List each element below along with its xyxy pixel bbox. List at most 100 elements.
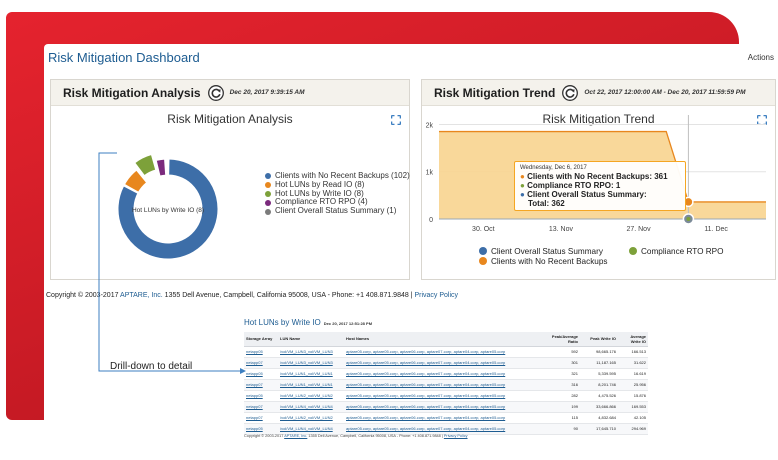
storage-array-link[interactable]: netapp05 bbox=[244, 423, 278, 435]
peak-write-io: 33,666.866 bbox=[580, 401, 618, 413]
host-names-link[interactable]: aptare05.corp, aptare05.corp, aptare06.c… bbox=[344, 379, 544, 391]
table-row[interactable]: netapp07/vol/VM_LUN4_vol/VM_LUN4 aptare05… bbox=[244, 401, 648, 413]
analysis-panel-title: Risk Mitigation Analysis bbox=[63, 85, 201, 100]
donut-center-label: Hot LUNs by Write IO (8) bbox=[132, 207, 204, 214]
legend-marker bbox=[479, 247, 487, 255]
table-header-row: Storage Array LUN Name Host Names Peak/A… bbox=[244, 332, 648, 347]
average-write-io: 166.513 bbox=[618, 346, 648, 358]
column-header[interactable]: Storage Array bbox=[244, 332, 278, 347]
table-row[interactable]: netapp05/vol/VM_LUN4_vol/VM_LUN4 aptare05… bbox=[244, 423, 648, 435]
peak-average-ratio: 321 bbox=[544, 368, 580, 380]
column-header[interactable]: LUN Name bbox=[278, 332, 344, 347]
storage-array-link[interactable]: netapp07 bbox=[244, 357, 278, 369]
host-names-link[interactable]: aptare05.corp, aptare05.corp, aptare06.c… bbox=[344, 368, 544, 380]
host-names-link[interactable]: aptare05.corp, aptare05.corp, aptare06.c… bbox=[344, 346, 544, 358]
column-header[interactable]: Peak Write IO bbox=[580, 332, 618, 347]
page-title: Risk Mitigation Dashboard bbox=[48, 50, 200, 65]
column-header[interactable]: Host Names bbox=[344, 332, 544, 347]
legend-marker bbox=[629, 247, 637, 255]
drilldown-table: Storage Array LUN Name Host Names Peak/A… bbox=[244, 332, 648, 435]
peak-write-io: 17,645.710 bbox=[580, 423, 618, 435]
drilldown-caption: Drill-down to detail bbox=[110, 361, 193, 372]
trend-tooltip: Wednesday, Dec 6, 2017 ● Clients with No… bbox=[514, 161, 686, 211]
drilldown-footer-privacy-link[interactable]: Privacy Policy bbox=[444, 434, 468, 438]
storage-array-link[interactable]: netapp05 bbox=[244, 368, 278, 380]
legend-label[interactable]: Clients with No Recent Backups bbox=[491, 257, 608, 266]
hover-point-compliance-inner bbox=[686, 216, 691, 221]
analysis-legend: Clients with No Recent Backups (102) Hot… bbox=[265, 171, 410, 216]
host-names-link[interactable]: aptare05.corp, aptare05.corp, aptare06.c… bbox=[344, 412, 544, 424]
peak-average-ratio: 90 bbox=[544, 423, 580, 435]
host-names-link[interactable]: aptare05.corp, aptare05.corp, aptare06.c… bbox=[344, 357, 544, 369]
drilldown-title-text: Hot LUNs by Write IO bbox=[244, 318, 321, 327]
lun-name-link[interactable]: /vol/VM_LUN4_vol/VM_LUN4 bbox=[278, 423, 344, 435]
host-names-link[interactable]: aptare05.corp, aptare05.corp, aptare06.c… bbox=[344, 423, 544, 435]
analysis-panel-header: Risk Mitigation Analysis Dec 20, 2017 9:… bbox=[51, 80, 409, 106]
peak-write-io: 4,475.526 bbox=[580, 390, 618, 402]
peak-write-io: 5,339.595 bbox=[580, 368, 618, 380]
average-write-io: 16.619 bbox=[618, 368, 648, 380]
lun-name-link[interactable]: /vol/VM_LUN3_vol/VM_LUN3 bbox=[278, 346, 344, 358]
analysis-panel-date: Dec 20, 2017 9:39:15 AM bbox=[229, 89, 305, 96]
legend-marker bbox=[479, 257, 487, 265]
average-write-io: 15.876 bbox=[618, 390, 648, 402]
table-row[interactable]: netapp07/vol/VM_LUN1_vol/VM_LUN1 aptare05… bbox=[244, 379, 648, 391]
page-footer: Copyright © 2003-2017 APTARE, Inc. 1355 … bbox=[46, 292, 458, 299]
column-header[interactable]: Average Write IO bbox=[618, 332, 648, 347]
pie-slice-client-overall-status-summary[interactable] bbox=[165, 158, 168, 176]
tooltip-row-backups: Clients with No Recent Backups: 361 bbox=[527, 172, 668, 181]
host-names-link[interactable]: aptare05.corp, aptare05.corp, aptare06.c… bbox=[344, 401, 544, 413]
storage-array-link[interactable]: netapp05 bbox=[244, 346, 278, 358]
analysis-panel: Risk Mitigation Analysis Dec 20, 2017 9:… bbox=[50, 79, 410, 280]
table-row[interactable]: netapp07/vol/VM_LUN2_vol/VM_LUN2 aptare05… bbox=[244, 412, 648, 424]
footer-address: 1355 Dell Avenue, Campbell, California 9… bbox=[164, 292, 413, 299]
y-tick-label: 0 bbox=[429, 217, 433, 224]
storage-array-link[interactable]: netapp07 bbox=[244, 412, 278, 424]
peak-average-ratio: 301 bbox=[544, 357, 580, 369]
table-row[interactable]: netapp05/vol/VM_LUN2_vol/VM_LUN2 aptare05… bbox=[244, 390, 648, 402]
lun-name-link[interactable]: /vol/VM_LUN1_vol/VM_LUN1 bbox=[278, 379, 344, 391]
legend-label[interactable]: Compliance RTO RPO bbox=[641, 247, 724, 256]
x-tick-label: 11. Dec bbox=[704, 226, 728, 233]
footer-company-link[interactable]: APTARE, Inc. bbox=[120, 292, 163, 299]
table-row[interactable]: netapp05/vol/VM_LUN1_vol/VM_LUN1 aptare05… bbox=[244, 368, 648, 380]
column-header[interactable]: Peak/Average Ratio bbox=[544, 332, 580, 347]
tooltip-row-total: Total: 362 bbox=[528, 199, 565, 208]
average-write-io: 42.105 bbox=[618, 412, 648, 424]
legend-item-overall-status[interactable]: Client Overall Status Summary (1) bbox=[265, 206, 410, 216]
pie-slice-compliance-rto-rpo[interactable] bbox=[155, 158, 167, 177]
x-tick-label: 30. Oct bbox=[472, 226, 495, 233]
legend-label: Client Overall Status Summary (1) bbox=[275, 206, 397, 216]
footer-prefix: Copyright © 2003-2017 bbox=[46, 292, 119, 299]
peak-average-ratio: 592 bbox=[544, 346, 580, 358]
trend-panel-title: Risk Mitigation Trend bbox=[434, 85, 556, 100]
table-row[interactable]: netapp07/vol/VM_LUN3_vol/VM_LUN3 aptare05… bbox=[244, 357, 648, 369]
refresh-icon[interactable] bbox=[207, 84, 224, 101]
lun-name-link[interactable]: /vol/VM_LUN2_vol/VM_LUN2 bbox=[278, 412, 344, 424]
peak-average-ratio: 199 bbox=[544, 401, 580, 413]
refresh-icon[interactable] bbox=[562, 84, 579, 101]
tooltip-row-status: Client Overall Status Summary: bbox=[527, 190, 647, 199]
footer-privacy-link[interactable]: Privacy Policy bbox=[414, 292, 458, 299]
y-tick-label: 2k bbox=[426, 122, 434, 129]
tooltip-date: Wednesday, Dec 6, 2017 bbox=[520, 165, 587, 171]
actions-menu[interactable]: Actions bbox=[748, 53, 774, 62]
peak-average-ratio: 282 bbox=[544, 390, 580, 402]
legend-label[interactable]: Client Overall Status Summary bbox=[491, 247, 604, 256]
table-row[interactable]: netapp05/vol/VM_LUN3_vol/VM_LUN3 aptare05… bbox=[244, 346, 648, 358]
average-write-io: 25.956 bbox=[618, 379, 648, 391]
host-names-link[interactable]: aptare05.corp, aptare05.corp, aptare06.c… bbox=[344, 390, 544, 402]
drilldown-footer-company-link[interactable]: APTARE, Inc. bbox=[284, 434, 307, 438]
drilldown-footer-address: 1355 Dell Avenue, Campbell, California 9… bbox=[308, 434, 443, 438]
storage-array-link[interactable]: netapp07 bbox=[244, 401, 278, 413]
peak-average-ratio: 316 bbox=[544, 379, 580, 391]
lun-name-link[interactable]: /vol/VM_LUN3_vol/VM_LUN3 bbox=[278, 357, 344, 369]
drilldown-footer-prefix: Copyright © 2003-2017 bbox=[244, 434, 284, 438]
storage-array-link[interactable]: netapp05 bbox=[244, 390, 278, 402]
lun-name-link[interactable]: /vol/VM_LUN4_vol/VM_LUN4 bbox=[278, 401, 344, 413]
y-tick-label: 1k bbox=[426, 170, 434, 177]
lun-name-link[interactable]: /vol/VM_LUN2_vol/VM_LUN2 bbox=[278, 390, 344, 402]
trend-panel-date: Oct 22, 2017 12:00:00 AM - Dec 20, 2017 … bbox=[584, 89, 746, 96]
storage-array-link[interactable]: netapp07 bbox=[244, 379, 278, 391]
lun-name-link[interactable]: /vol/VM_LUN1_vol/VM_LUN1 bbox=[278, 368, 344, 380]
